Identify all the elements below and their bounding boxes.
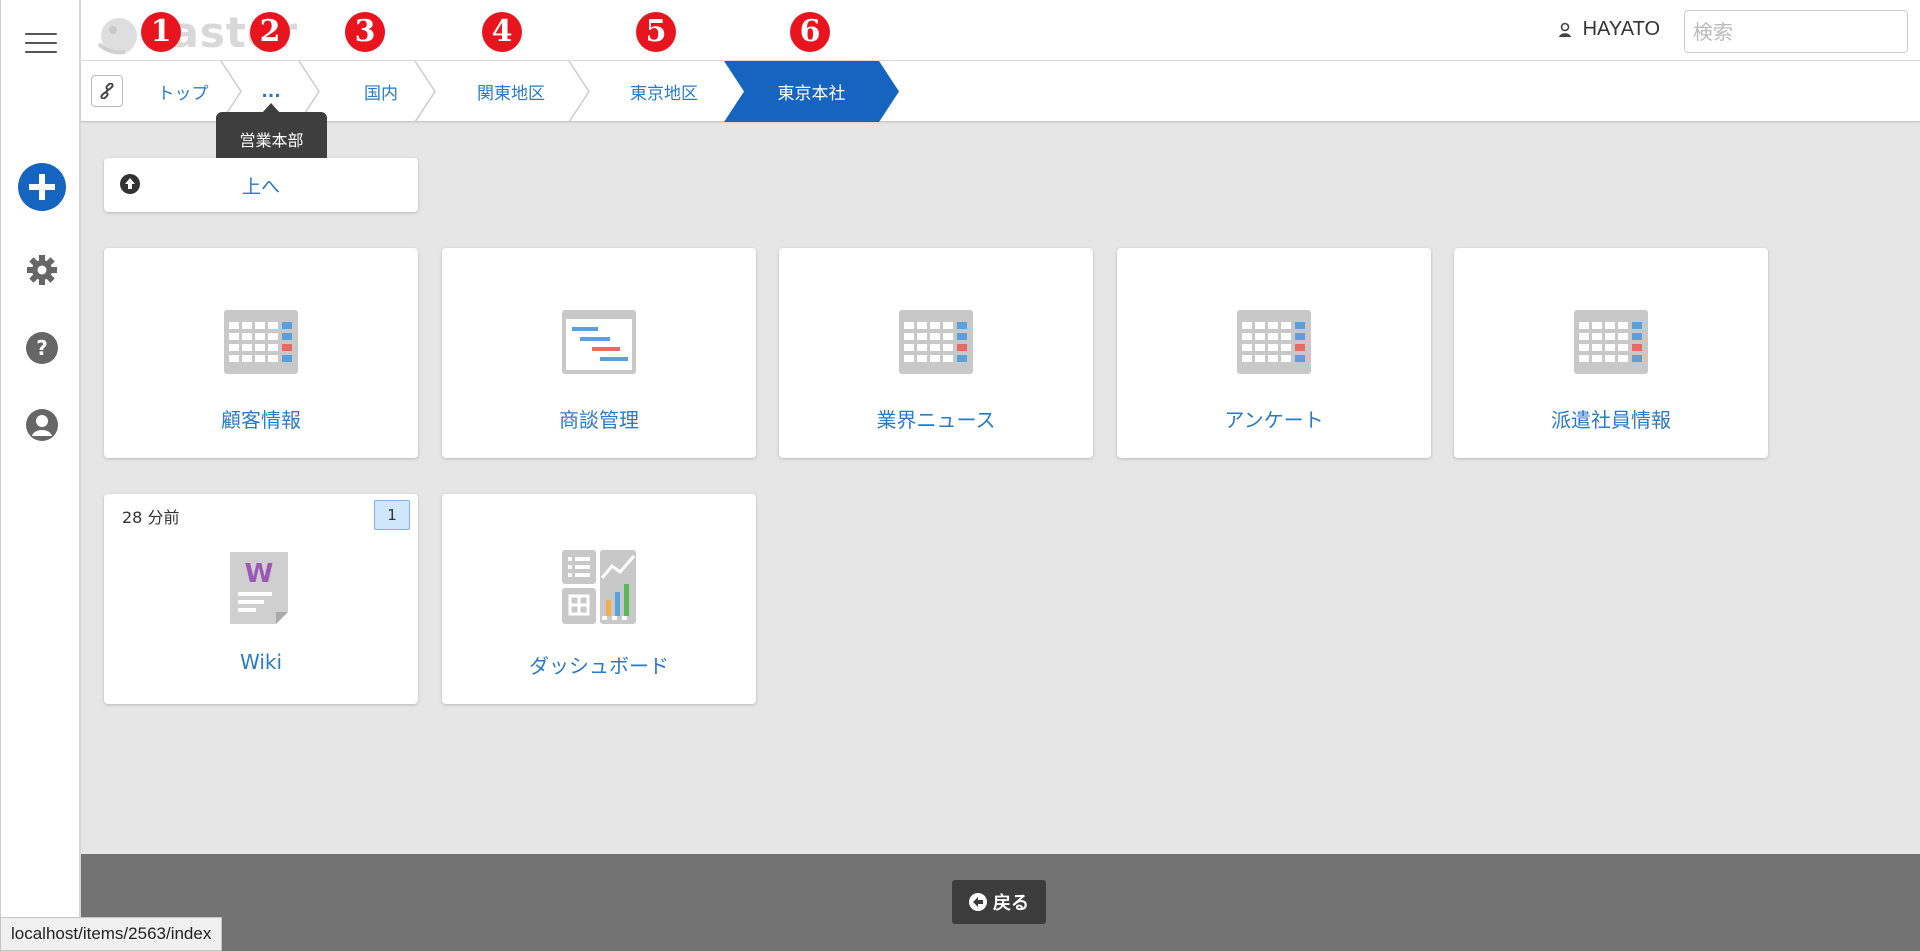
marker-5: 5	[636, 12, 676, 52]
breadcrumb-chevron	[568, 61, 590, 122]
card-title: 派遣社員情報	[1551, 408, 1671, 432]
card-title: ダッシュボード	[529, 654, 669, 678]
user-menu[interactable]: HAYATO	[1557, 18, 1660, 41]
card-wiki[interactable]: 28 分前 1 W Wiki	[104, 494, 418, 704]
table-icon	[1237, 310, 1311, 374]
table-icon	[899, 310, 973, 374]
updated-time: 28 分前	[122, 508, 180, 527]
link-icon	[100, 83, 114, 99]
up-button[interactable]: 上へ	[104, 158, 418, 212]
user-name: HAYATO	[1582, 18, 1660, 40]
left-sidebar: ?	[0, 0, 81, 951]
copy-link-button[interactable]	[91, 75, 123, 107]
breadcrumb-active-label: 東京本社	[777, 84, 846, 104]
marker-3: 3	[345, 12, 385, 52]
bird-logo-icon	[97, 17, 137, 54]
settings-button[interactable]	[1, 254, 82, 286]
account-button[interactable]	[1, 409, 82, 441]
question-icon: ?	[25, 332, 58, 364]
up-button-label: 上へ	[241, 176, 280, 198]
breadcrumb: トップ ... 国内 関東地区 東京地区	[81, 61, 1920, 122]
breadcrumb-chevron	[414, 61, 436, 122]
dashboard-icon	[562, 550, 636, 624]
table-icon	[1574, 310, 1648, 374]
user-small-icon	[1558, 22, 1571, 37]
card-title: 商談管理	[559, 408, 639, 432]
card-title: Wiki	[239, 650, 283, 674]
card-dashboard[interactable]: ダッシュボード	[442, 494, 756, 704]
card-title: 業界ニュース	[876, 408, 996, 432]
wiki-icon: W	[230, 552, 288, 624]
status-bar-url: localhost/items/2563/index	[0, 917, 223, 951]
marker-2: 2	[250, 12, 290, 52]
card-title: 顧客情報	[221, 408, 301, 432]
card-customer-info[interactable]: 顧客情報	[104, 248, 418, 458]
count-badge: 1	[374, 500, 410, 530]
search-input[interactable]	[1684, 10, 1908, 53]
add-button[interactable]	[1, 163, 82, 211]
back-button[interactable]: 戻る	[952, 880, 1046, 924]
user-icon	[25, 409, 58, 441]
back-button-label: 戻る	[993, 893, 1029, 914]
svg-text:W: W	[245, 559, 274, 589]
table-icon	[224, 310, 298, 374]
hamburger-menu-icon[interactable]	[25, 33, 57, 53]
breadcrumb-item-tokyo[interactable]: 東京地区	[589, 61, 739, 122]
card-industry-news[interactable]: 業界ニュース	[779, 248, 1093, 458]
card-temp-staff-info[interactable]: 派遣社員情報	[1454, 248, 1768, 458]
svg-text:?: ?	[36, 336, 48, 360]
gear-icon	[26, 255, 57, 285]
card-title: アンケート	[1224, 408, 1324, 432]
card-survey[interactable]: アンケート	[1117, 248, 1431, 458]
marker-4: 4	[482, 12, 522, 52]
marker-6: 6	[790, 12, 830, 52]
breadcrumb-item-kanto[interactable]: 関東地区	[436, 61, 586, 122]
help-button[interactable]: ?	[1, 332, 82, 364]
gantt-icon	[562, 310, 636, 374]
marker-1: 1	[141, 12, 181, 52]
plus-icon	[17, 163, 66, 211]
arrow-left-circle-icon	[969, 893, 987, 911]
card-deal-management[interactable]: 商談管理	[442, 248, 756, 458]
